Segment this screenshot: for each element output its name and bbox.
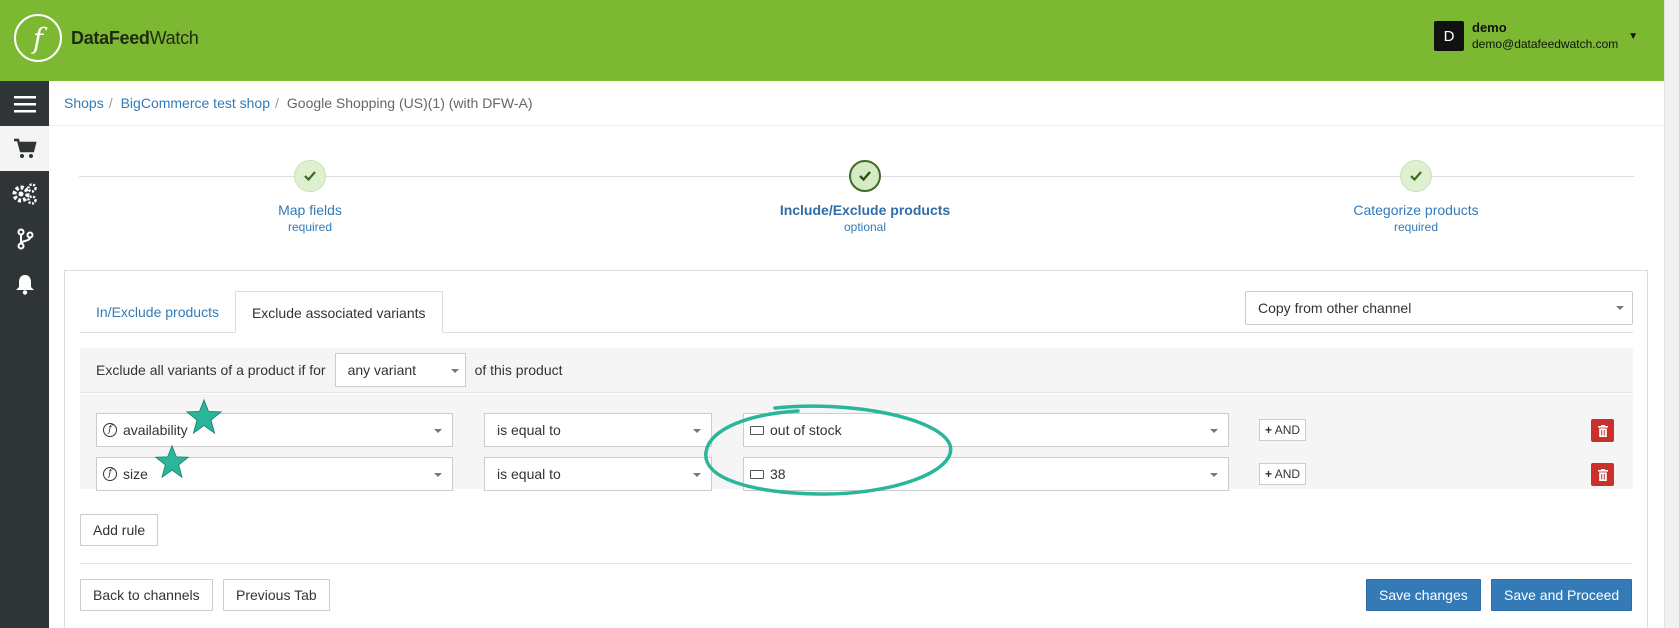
menu-icon — [13, 95, 36, 112]
add-and-condition-button[interactable]: + AND — [1259, 463, 1307, 485]
tab-exclude-associated-variants[interactable]: Exclude associated variants — [234, 291, 443, 333]
chevron-down-icon[interactable]: ▼ — [1628, 31, 1638, 42]
check-icon — [849, 160, 881, 192]
function-icon: f — [103, 467, 117, 481]
footer-divider — [80, 563, 1633, 564]
function-icon: f — [103, 423, 117, 437]
sidebar-item-branches[interactable] — [0, 216, 49, 261]
trash-icon — [1597, 424, 1608, 437]
step-label: Map fields — [278, 202, 342, 218]
copy-from-channel-select[interactable]: Copy from other channel — [1245, 291, 1633, 325]
back-to-channels-button[interactable]: Back to channels — [80, 579, 213, 611]
avatar: D — [1434, 21, 1464, 51]
breadcrumb-separator: / — [275, 95, 279, 111]
delete-rule-button[interactable] — [1591, 463, 1614, 486]
step-map-fields[interactable]: Map fields required — [190, 160, 430, 234]
logo-icon: f — [14, 14, 62, 62]
logo[interactable]: f DataFeedWatch — [14, 14, 199, 62]
chevron-down-icon — [1210, 429, 1218, 433]
step-sub: required — [287, 220, 333, 234]
chevron-down-icon — [693, 429, 701, 433]
rule-field-value: size — [123, 466, 148, 482]
trash-icon — [1597, 468, 1608, 481]
user-menu[interactable]: D demo demo@datafeedwatch.com ▼ — [1434, 20, 1638, 52]
rule-field-select[interactable]: f availability — [96, 413, 453, 447]
breadcrumb-separator: / — [108, 95, 113, 111]
cart-icon — [13, 138, 37, 158]
rule-operator-select[interactable]: is equal to — [484, 413, 712, 447]
step-label: Include/Exclude products — [779, 202, 951, 218]
breadcrumb-shops[interactable]: Shops — [64, 95, 104, 111]
breadcrumb-shop[interactable]: BigCommerce test shop — [121, 95, 270, 111]
user-info: demo demo@datafeedwatch.com — [1472, 20, 1618, 52]
step-categorize[interactable]: Categorize products required — [1296, 160, 1536, 234]
plus-icon: + — [1265, 423, 1273, 437]
page-scrollbar[interactable] — [1664, 0, 1679, 628]
sidebar-item-notifications[interactable] — [0, 261, 49, 306]
variant-scope-select[interactable]: any variant — [334, 353, 466, 387]
save-changes-button[interactable]: Save changes — [1366, 579, 1481, 611]
check-icon — [294, 160, 326, 192]
step-sub: required — [1393, 220, 1439, 234]
variant-scope-value: any variant — [347, 362, 417, 378]
add-rule-button[interactable]: Add rule — [80, 514, 159, 546]
rule-operator-value: is equal to — [497, 422, 561, 438]
rule-header-prefix: Exclude all variants of a product if for — [96, 362, 326, 378]
branch-icon — [17, 228, 33, 249]
rule-value-input[interactable]: out of stock — [743, 413, 1229, 447]
sidebar-item-menu[interactable] — [0, 81, 49, 126]
rule-field-select[interactable]: f size — [96, 457, 453, 491]
chevron-down-icon — [434, 429, 442, 433]
breadcrumb-current: Google Shopping (US)(1) (with DFW-A) — [286, 95, 533, 111]
rule-value-text: out of stock — [770, 422, 842, 438]
chevron-down-icon — [693, 473, 701, 477]
sidebar-item-shops[interactable] — [0, 126, 49, 171]
rules-list: f availability is equal to out of stock … — [80, 394, 1633, 491]
step-label: Categorize products — [1353, 202, 1479, 218]
chevron-down-icon — [1616, 306, 1624, 310]
gears-icon — [12, 182, 37, 205]
rule-operator-value: is equal to — [497, 466, 561, 482]
plus-icon: + — [1265, 467, 1273, 481]
wizard-steps: Map fields required Include/Exclude prod… — [79, 155, 1634, 245]
top-header: f DataFeedWatch D demo demo@datafeedwatc… — [0, 0, 1664, 81]
tabs: In/Exclude products Exclude associated v… — [80, 291, 443, 333]
chevron-down-icon — [450, 369, 459, 373]
add-and-condition-button[interactable]: + AND — [1259, 419, 1307, 441]
delete-rule-button[interactable] — [1591, 419, 1614, 442]
chevron-down-icon — [1210, 473, 1218, 477]
rule-field-value: availability — [123, 422, 188, 438]
rule-header: Exclude all variants of a product if for… — [80, 348, 1633, 393]
user-email: demo@datafeedwatch.com — [1472, 37, 1619, 51]
keyboard-icon — [750, 426, 764, 435]
rule-operator-select[interactable]: is equal to — [484, 457, 712, 491]
user-name: demo — [1472, 20, 1507, 35]
and-label: AND — [1274, 423, 1301, 437]
rule-value-input[interactable]: 38 — [743, 457, 1229, 491]
tab-in-exclude-products[interactable]: In/Exclude products — [80, 291, 235, 333]
copy-select-label: Copy from other channel — [1258, 300, 1412, 316]
and-label: AND — [1274, 467, 1301, 481]
rule-header-suffix: of this product — [474, 362, 563, 378]
step-include-exclude[interactable]: Include/Exclude products optional — [745, 160, 985, 234]
chevron-down-icon — [434, 473, 442, 477]
previous-tab-button[interactable]: Previous Tab — [223, 579, 330, 611]
keyboard-icon — [750, 470, 764, 479]
sidebar — [0, 81, 49, 628]
breadcrumb: Shops / BigCommerce test shop / Google S… — [49, 81, 1664, 126]
bell-icon — [15, 274, 34, 295]
rules-panel: In/Exclude products Exclude associated v… — [64, 270, 1648, 628]
sidebar-item-settings[interactable] — [0, 171, 49, 216]
logo-text: DataFeedWatch — [71, 27, 199, 48]
step-sub: optional — [843, 220, 887, 234]
save-and-proceed-button[interactable]: Save and Proceed — [1491, 579, 1633, 611]
check-icon — [1400, 160, 1432, 192]
rule-value-text: 38 — [770, 466, 786, 482]
